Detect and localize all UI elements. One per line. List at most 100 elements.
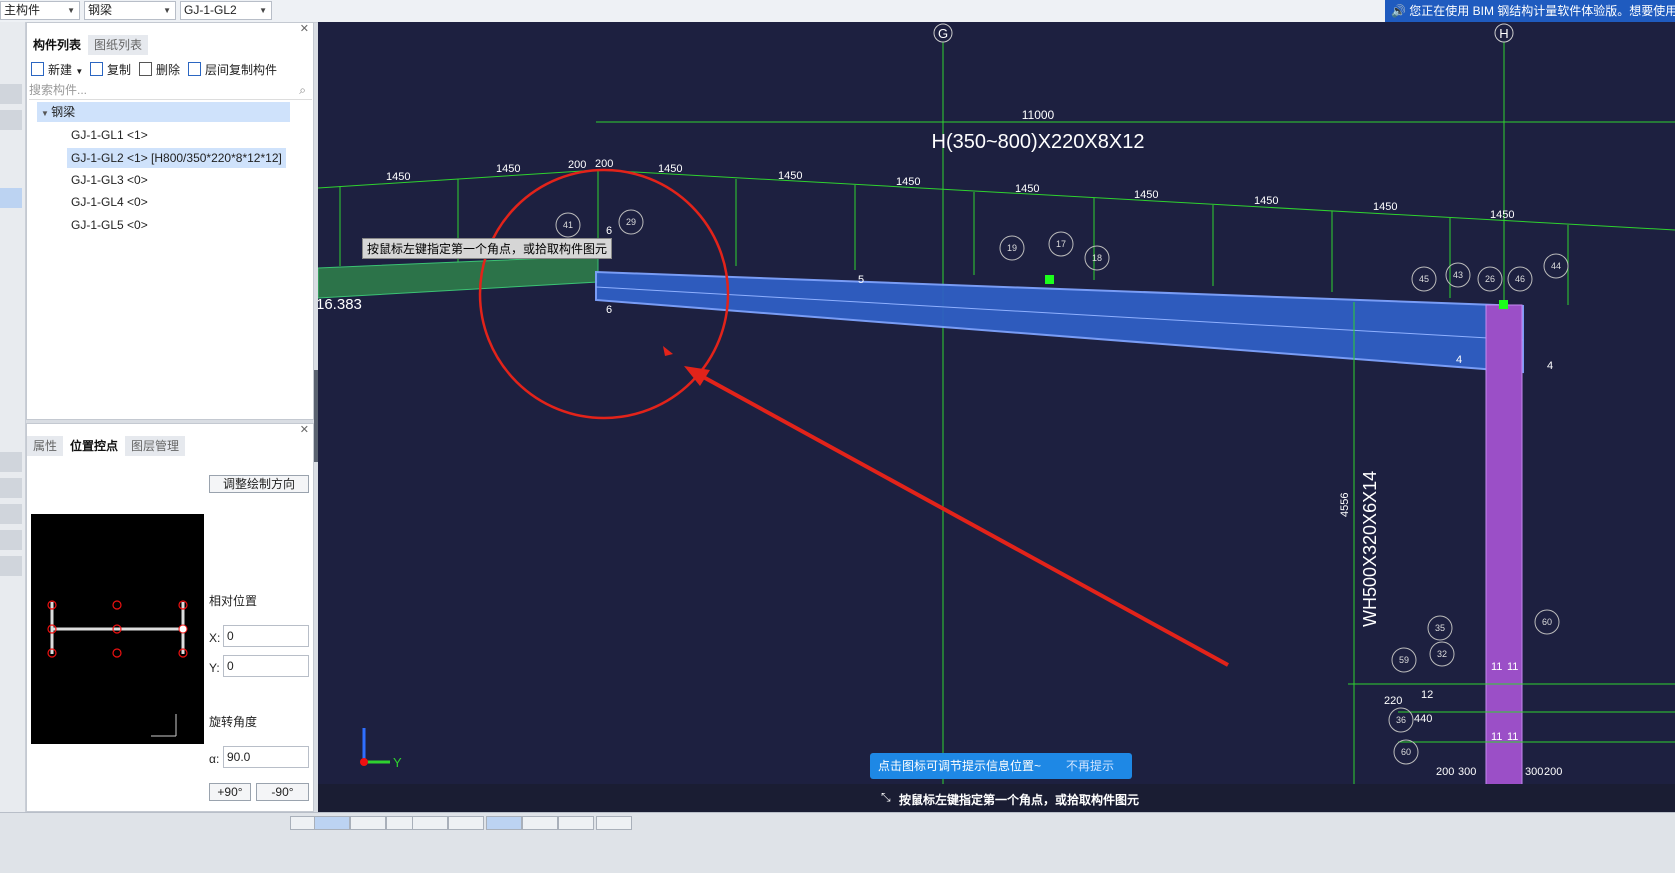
adjust-direction-button[interactable]: 调整绘制方向 <box>209 475 309 493</box>
copy-button[interactable]: 复制 <box>90 61 131 79</box>
svg-text:59: 59 <box>1399 655 1409 665</box>
bottom-tool-button[interactable] <box>522 816 558 830</box>
control-point[interactable] <box>1045 275 1054 284</box>
copy-button-label: 复制 <box>107 63 132 77</box>
category-dropdown-value: 主构件 <box>4 3 41 17</box>
x-input[interactable]: 0 <box>223 625 309 647</box>
control-point[interactable] <box>1499 300 1508 309</box>
bottom-tool-button[interactable] <box>412 816 448 830</box>
bottom-tool-button[interactable] <box>596 816 632 830</box>
strip-item[interactable] <box>0 530 22 550</box>
strip-item[interactable] <box>0 84 22 104</box>
tree-item-gl4[interactable]: GJ-1-GL4 <0> <box>67 192 152 212</box>
tab-layer-management[interactable]: 图层管理 <box>125 436 186 456</box>
left-side-strip <box>0 22 26 872</box>
bottom-tool-button[interactable] <box>486 816 522 830</box>
delete-button[interactable]: 删除 <box>139 61 180 79</box>
svg-text:200: 200 <box>595 158 613 170</box>
bottom-tool-button[interactable] <box>558 816 594 830</box>
svg-text:1450: 1450 <box>1015 183 1039 195</box>
caret-down-icon: ▼ <box>41 109 52 118</box>
bottom-tool-button[interactable] <box>314 816 350 830</box>
copy-icon <box>90 62 103 76</box>
tab-properties[interactable]: 属性 <box>27 436 64 456</box>
tree-item-gl3[interactable]: GJ-1-GL3 <0> <box>67 170 152 190</box>
panel-splitter[interactable] <box>314 370 318 462</box>
type-dropdown[interactable]: 钢梁 ▼ <box>84 1 176 20</box>
floor-copy-button-label: 层间复制构件 <box>205 63 278 77</box>
svg-text:41: 41 <box>563 220 573 230</box>
red-arrow-shaft <box>695 371 1229 667</box>
search-placeholder: 搜索构件... <box>29 83 88 97</box>
cad-canvas[interactable]: G H 11000 H(350~800)X220X8X12 1450 1450 … <box>318 22 1675 812</box>
svg-text:26: 26 <box>1485 274 1495 284</box>
new-file-icon <box>31 62 44 76</box>
bottom-tool-button[interactable] <box>350 816 386 830</box>
y-label: Y: <box>209 661 220 675</box>
strip-item[interactable] <box>0 556 22 576</box>
svg-text:60: 60 <box>1401 747 1411 757</box>
search-input[interactable]: 搜索构件... ⌕ <box>29 81 312 100</box>
svg-text:6: 6 <box>606 304 612 316</box>
floor-copy-button[interactable]: 层间复制构件 <box>188 61 277 79</box>
svg-text:200: 200 <box>1544 766 1562 778</box>
cursor-arrow-icon <box>663 346 673 356</box>
category-dropdown[interactable]: 主构件 ▼ <box>0 1 80 20</box>
trial-notice[interactable]: 🔊 您正在使用 BIM 钢结构计量软件体验版。想要使用 <box>1385 0 1675 22</box>
strip-item[interactable] <box>0 504 22 524</box>
position-tabs: 属性 位置控点 图层管理 <box>27 436 186 456</box>
svg-text:32: 32 <box>1437 649 1447 659</box>
close-icon[interactable]: ✕ <box>300 22 309 35</box>
svg-text:1450: 1450 <box>386 171 410 183</box>
tab-component-list[interactable]: 构件列表 <box>27 35 88 55</box>
svg-text:4: 4 <box>1456 354 1462 366</box>
rotate-plus90-button[interactable]: +90° <box>209 783 251 801</box>
svg-text:1450: 1450 <box>496 163 520 175</box>
svg-text:45: 45 <box>1419 274 1429 284</box>
bottom-tool-button[interactable] <box>448 816 484 830</box>
component-dropdown[interactable]: GJ-1-GL2 ▼ <box>180 1 272 20</box>
existing-beam-segment[interactable] <box>318 255 599 299</box>
speaker-icon: 🔊 <box>1391 4 1410 18</box>
red-arrow-head <box>684 366 710 386</box>
tip-banner: 点击图标可调节提示信息位置~ 不再提示 <box>870 753 1132 779</box>
close-icon[interactable]: ✕ <box>300 423 309 436</box>
new-button[interactable]: 新建 ▼ <box>31 61 83 79</box>
alpha-label: α: <box>209 752 220 766</box>
grid-label-g: G <box>938 26 948 41</box>
bottom-toolbar <box>0 812 1675 873</box>
alpha-input[interactable]: 90.0 <box>223 746 309 768</box>
y-input[interactable]: 0 <box>223 655 309 677</box>
svg-text:12: 12 <box>1421 689 1433 701</box>
svg-text:11: 11 <box>1507 731 1518 743</box>
selected-steel-beam[interactable] <box>595 270 1524 374</box>
tab-position-control[interactable]: 位置控点 <box>64 436 125 456</box>
command-prompt: 按鼠标左键指定第一个角点，或拾取构件图元 <box>899 793 1140 807</box>
tab-drawing-list[interactable]: 图纸列表 <box>88 35 149 55</box>
svg-text:44: 44 <box>1551 261 1561 271</box>
drawing-svg[interactable]: G H 11000 H(350~800)X220X8X12 1450 1450 … <box>318 22 1675 812</box>
elevation-label: 16.383 <box>318 296 362 313</box>
strip-item[interactable] <box>0 188 22 208</box>
svg-text:60: 60 <box>1542 617 1552 627</box>
beam-section-label: H(350~800)X220X8X12 <box>932 131 1145 153</box>
svg-text:1450: 1450 <box>778 170 802 182</box>
strip-item[interactable] <box>0 110 22 130</box>
shrink-icon[interactable]: ⤡ <box>881 790 891 805</box>
grid-label-h: H <box>1499 26 1508 41</box>
dont-show-again-link[interactable]: 不再提示 <box>1066 753 1114 779</box>
tree-item-gl2[interactable]: GJ-1-GL2 <1> [H800/350*220*8*12*12] <box>67 148 286 168</box>
svg-text:1450: 1450 <box>1373 201 1397 213</box>
tree-item-gl5[interactable]: GJ-1-GL5 <0> <box>67 215 152 235</box>
svg-text:11: 11 <box>1491 661 1502 673</box>
tree-group-steel-beam[interactable]: ▼ 钢梁 <box>37 102 290 122</box>
rotate-minus90-button[interactable]: -90° <box>256 783 309 801</box>
strip-item[interactable] <box>0 478 22 498</box>
cursor-tooltip: 按鼠标左键指定第一个角点，或拾取构件图元 <box>362 238 613 259</box>
svg-text:18: 18 <box>1092 253 1102 263</box>
strip-item[interactable] <box>0 452 22 472</box>
tree-item-gl1[interactable]: GJ-1-GL1 <1> <box>67 125 152 145</box>
svg-text:200: 200 <box>568 159 586 171</box>
relative-position-label: 相对位置 <box>209 594 258 608</box>
trial-notice-text: 您正在使用 BIM 钢结构计量软件体验版。想要使用 <box>1409 4 1675 18</box>
